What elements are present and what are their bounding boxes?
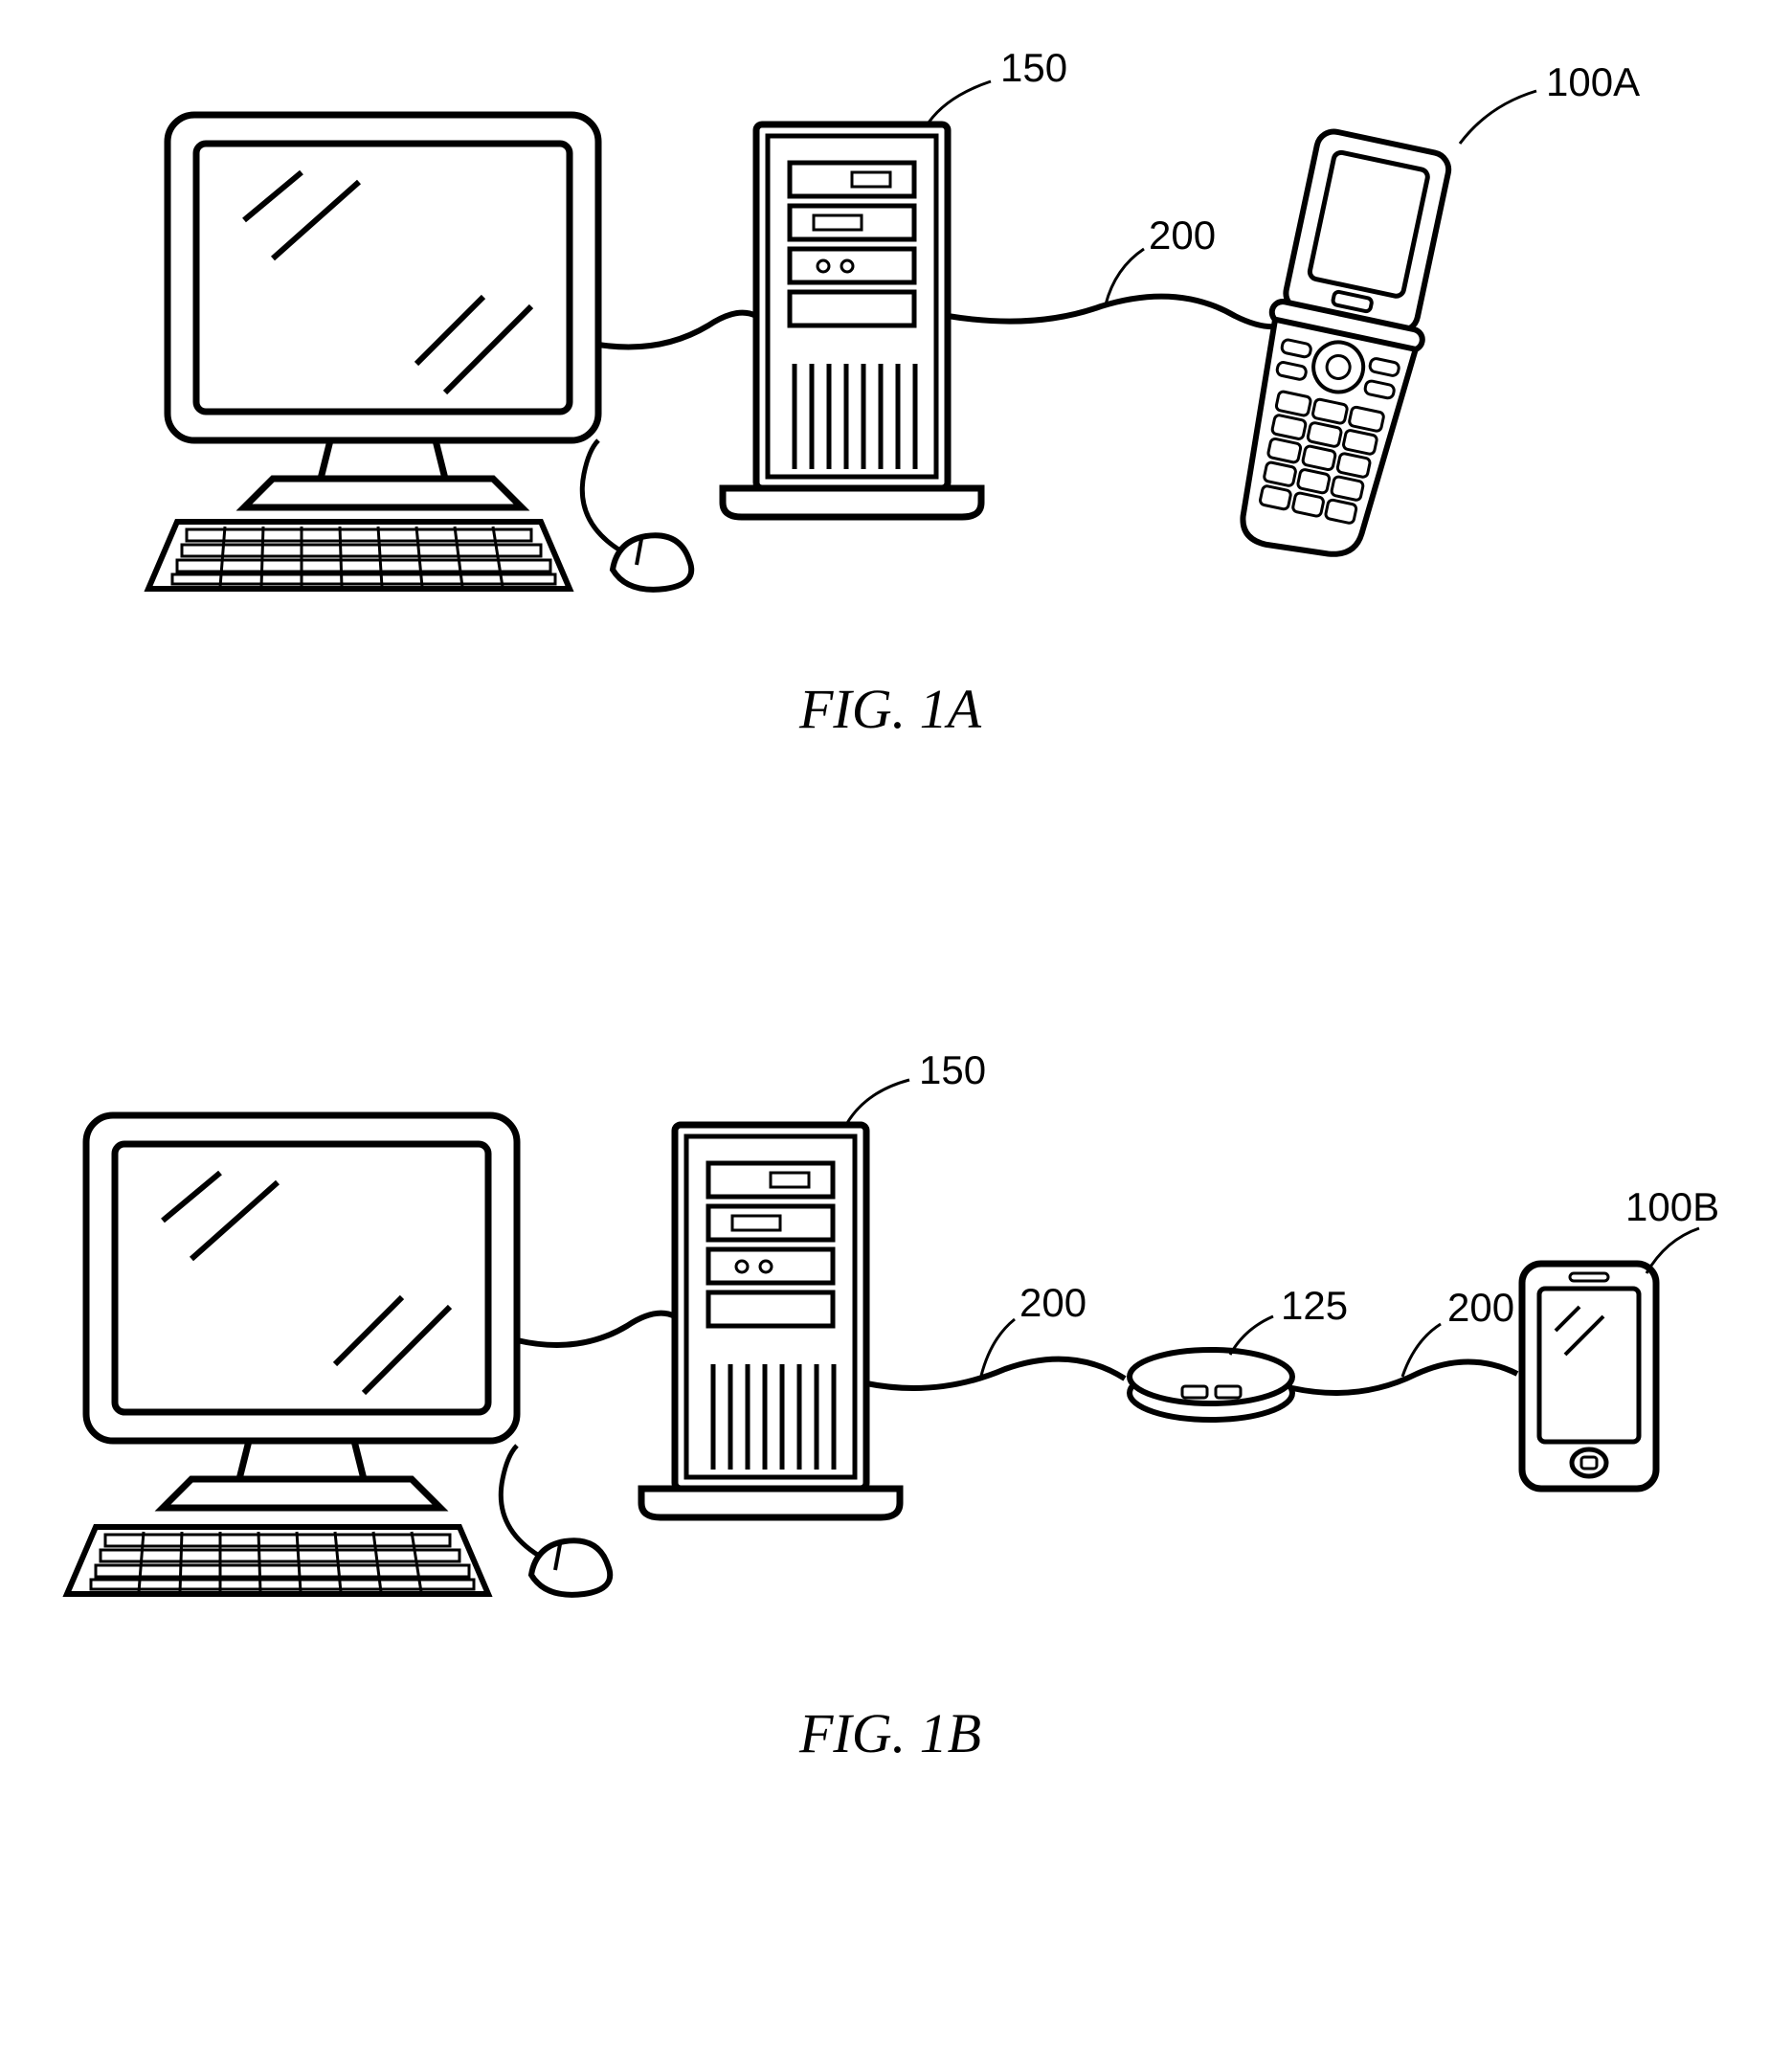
cable-icon [948,297,1283,327]
tower-icon [723,124,981,517]
label-tower: 150 [1000,45,1067,90]
smartphone-icon [1522,1264,1656,1489]
figure-1a: FIG. 1A [148,45,1640,740]
keyboard-icon [148,522,570,589]
computer-monitor-icon [86,1115,517,1508]
cable-icon [866,1359,1125,1388]
flip-phone-icon [1224,126,1461,568]
mouse-icon [501,1446,610,1595]
cable-icon [517,1313,675,1345]
label-cable-2: 200 [1447,1285,1514,1330]
label-cable-1: 200 [1019,1280,1086,1325]
label-hub: 125 [1281,1283,1348,1328]
computer-monitor-icon [168,115,598,507]
keyboard-icon [67,1527,488,1594]
label-phone-a: 100A [1546,59,1640,104]
leader-line [1460,91,1536,144]
leader-line [929,81,991,123]
figure-1a-caption: FIG. 1A [798,678,982,740]
label-phone-b: 100B [1625,1184,1719,1229]
figure-1b-caption: FIG. 1B [798,1702,981,1764]
leader-line [847,1080,909,1123]
leader-line [1646,1228,1699,1273]
diagram-root: FIG. 1A [0,0,1792,2065]
tower-icon [641,1125,900,1517]
hub-icon [1130,1350,1292,1420]
label-tower-b: 150 [919,1047,986,1092]
label-cable: 200 [1149,213,1216,258]
figure-1b: FIG. 1B [67,1047,1719,1764]
mouse-icon [582,440,691,590]
cable-icon [598,313,756,348]
